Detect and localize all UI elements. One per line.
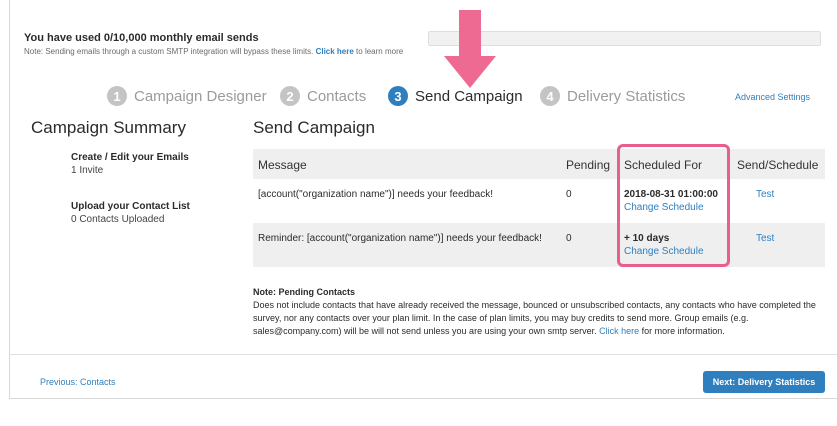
step-number: 3 xyxy=(388,86,408,106)
table-row: Reminder: [account("organization name")]… xyxy=(253,223,825,267)
summary-item-sub: 1 Invite xyxy=(71,165,104,176)
step-contacts[interactable]: 2 Contacts xyxy=(280,86,366,106)
note-body: Does not include contacts that have alre… xyxy=(253,300,816,336)
step-delivery-statistics[interactable]: 4 Delivery Statistics xyxy=(540,86,685,106)
header-message: Message xyxy=(258,158,307,172)
step-label: Send Campaign xyxy=(415,87,523,105)
pending-contacts-note: Note: Pending Contacts Does not include … xyxy=(253,286,828,338)
note-suffix: for more information. xyxy=(641,326,725,336)
step-number: 2 xyxy=(280,86,300,106)
usage-title: You have used 0/10,000 monthly email sen… xyxy=(24,32,259,44)
next-delivery-statistics-button[interactable]: Next: Delivery Statistics xyxy=(703,371,825,393)
step-label: Delivery Statistics xyxy=(567,87,686,105)
summary-item-sub: 0 Contacts Uploaded xyxy=(71,214,165,225)
row-message: [account("organization name")] needs you… xyxy=(258,189,494,200)
summary-item-heading: Upload your Contact List xyxy=(71,201,190,212)
header-send-schedule: Send/Schedule xyxy=(737,158,819,172)
table-header: Message Pending Scheduled For Send/Sched… xyxy=(253,149,825,179)
table-row: [account("organization name")] needs you… xyxy=(253,179,825,223)
change-schedule-link[interactable]: Change Schedule xyxy=(624,202,718,213)
previous-contacts-link[interactable]: Previous: Contacts xyxy=(40,377,116,387)
scheduled-value: + 10 days xyxy=(624,233,670,244)
campaign-summary-title: Campaign Summary xyxy=(31,118,186,137)
row-scheduled: 2018-08-31 01:00:00 Change Schedule xyxy=(624,189,718,213)
smtp-learn-more-link[interactable]: Click here xyxy=(316,47,354,56)
step-number: 4 xyxy=(540,86,560,106)
advanced-settings-link[interactable]: Advanced Settings xyxy=(735,92,810,102)
usage-note-suffix: to learn more xyxy=(356,47,404,56)
row-message: Reminder: [account("organization name")]… xyxy=(258,233,542,244)
note-heading: Note: Pending Contacts xyxy=(253,287,356,297)
summary-item-contacts[interactable]: Upload your Contact List 0 Contacts Uplo… xyxy=(71,201,190,225)
step-label: Contacts xyxy=(307,87,367,105)
send-table: Message Pending Scheduled For Send/Sched… xyxy=(253,149,825,267)
row-pending: 0 xyxy=(566,233,572,244)
summary-item-emails[interactable]: Create / Edit your Emails 1 Invite xyxy=(71,152,189,176)
header-pending: Pending xyxy=(566,158,611,172)
step-campaign-designer[interactable]: 1 Campaign Designer xyxy=(107,86,267,106)
summary-item-heading: Create / Edit your Emails xyxy=(71,152,189,163)
step-label: Campaign Designer xyxy=(134,87,267,105)
more-info-link[interactable]: Click here xyxy=(599,326,639,336)
test-link[interactable]: Test xyxy=(756,233,774,244)
change-schedule-link[interactable]: Change Schedule xyxy=(624,246,704,257)
usage-note: Note: Sending emails through a custom SM… xyxy=(24,47,403,56)
row-scheduled: + 10 days Change Schedule xyxy=(624,233,704,257)
footer-divider xyxy=(9,354,837,355)
step-number: 1 xyxy=(107,86,127,106)
arrow-pointer-icon xyxy=(444,10,496,88)
wizard-steps: 1 Campaign Designer 2 Contacts 3 Send Ca… xyxy=(0,86,837,108)
test-link[interactable]: Test xyxy=(756,189,774,200)
usage-note-text: Note: Sending emails through a custom SM… xyxy=(24,47,314,56)
header-scheduled-for: Scheduled For xyxy=(624,158,703,172)
row-pending: 0 xyxy=(566,189,572,200)
send-campaign-title: Send Campaign xyxy=(253,118,375,137)
scheduled-value: 2018-08-31 01:00:00 xyxy=(624,189,718,200)
